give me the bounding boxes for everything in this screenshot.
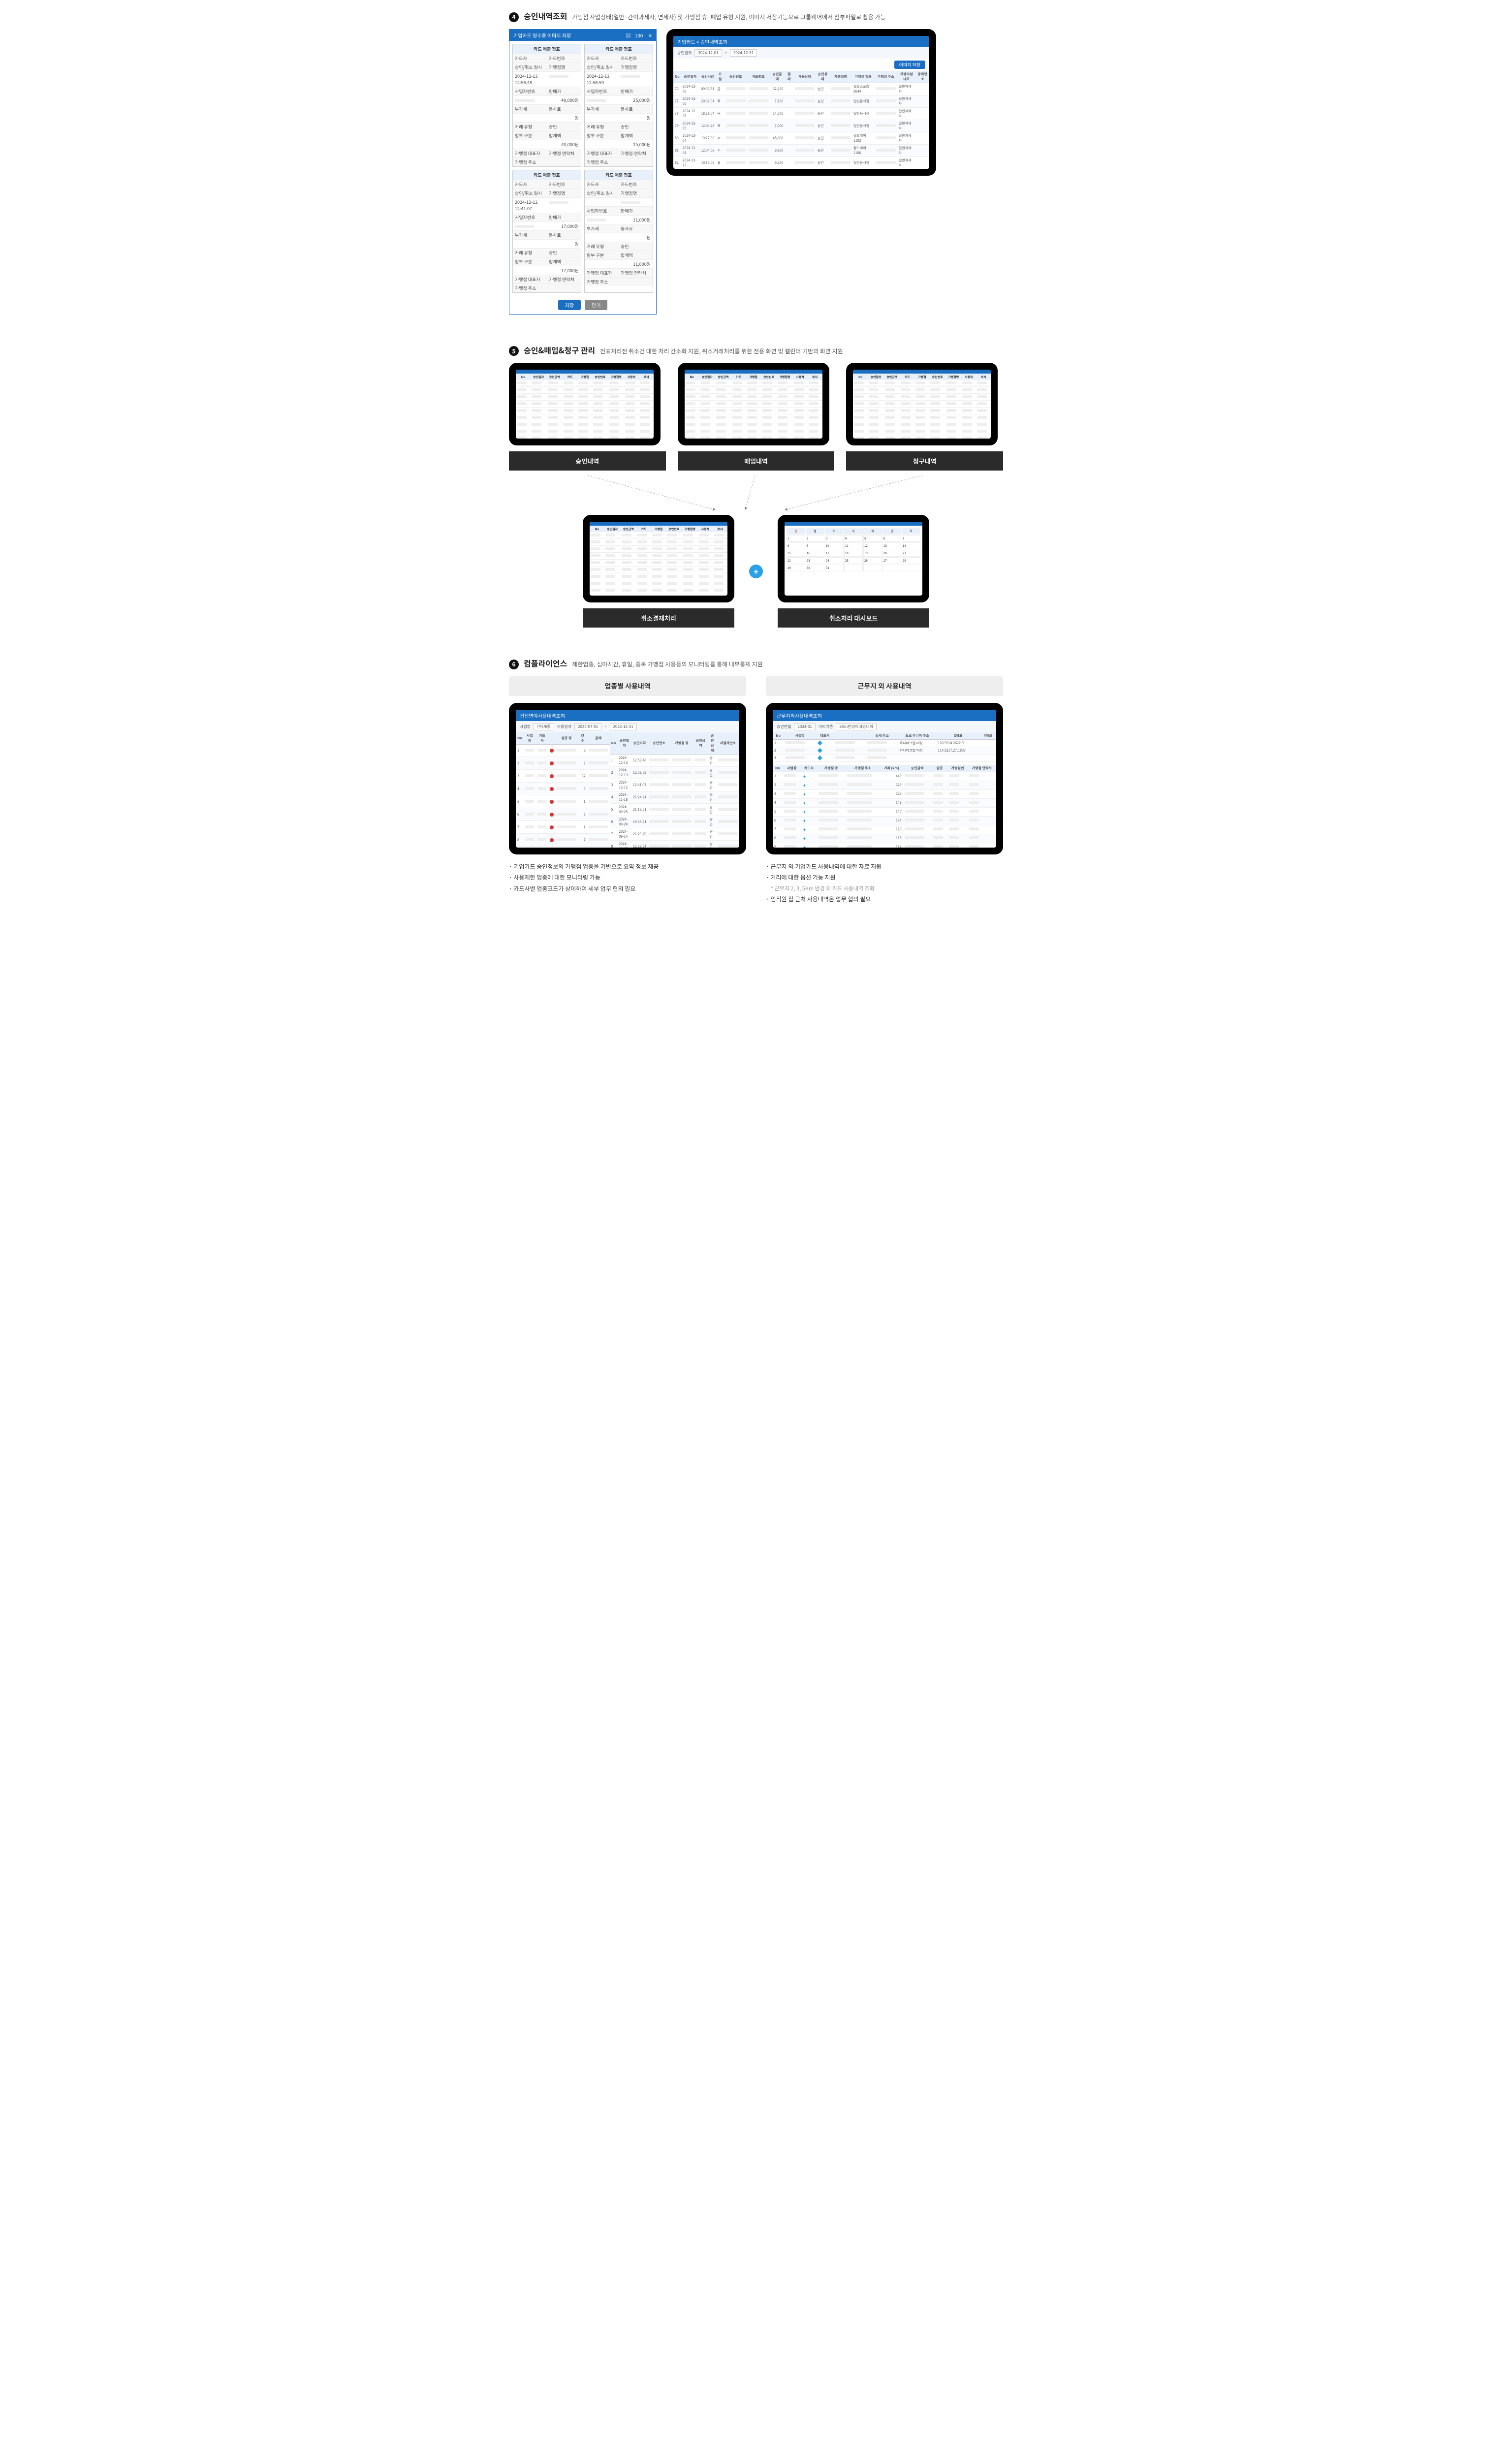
bullet: · 사용제한 업종에 대한 모니터링 가능 (509, 872, 746, 883)
save-button[interactable]: 저장 (558, 300, 581, 310)
window-title: 근무지외사용내역조회 (777, 712, 822, 719)
plus-icon: + (749, 565, 763, 578)
industry-usage-col: 업종별 사용내역 건전연야사용내역조회 사업장 (주)세중 사용일자 2024-… (509, 676, 746, 905)
section-title: 승인내역조회 (524, 10, 567, 22)
tablet-frame: No승인일자승인금액카드가맹점승인번호가맹점명사용자부서 (509, 363, 661, 445)
tablet-frame: 근무지외사용내역조회 승인연월 2024-01 거리기준 2Km반경이내경내외 … (766, 703, 1003, 854)
section-number-badge: 5 (509, 346, 519, 356)
filter-toolbar: 사업장 (주)세중 사용일자 2024-07-01~ 2024-12-31 (516, 721, 739, 732)
industry-summary-table: No사업장카드사업종 명건수금액192233244516871879310411… (516, 732, 610, 848)
receipt-popup: 기업카드 영수증 이미지 저장 ▤ 100 ✕ 카드 매출 전표카드사카드번호승… (509, 29, 657, 315)
subtitle-offwork: 근무지 외 사용내역 (766, 676, 1003, 696)
offwork-usage-col: 근무지 외 사용내역 근무지외사용내역조회 승인연월 2024-01 거리기준 … (766, 676, 1003, 905)
bullet: · 기업카드 승인정보의 가맹점 업종을 기반으로 요약 정보 제공 (509, 861, 746, 873)
date-label: 사용일자 (557, 724, 571, 729)
caption: 매입내역 (678, 451, 835, 471)
window-crumb: 기업카드 > 승인내역조회 (677, 38, 727, 45)
industry-detail-table: No승인일자승인시각승인번호가맹점 명승인금액승인상태사업자번호12024-12… (610, 732, 739, 848)
print-icon[interactable]: ▤ (626, 32, 630, 39)
section-desc: 가맹점 사업상태(일반·간이과세자, 면세자) 및 가맹점 휴·폐업 유형 지원… (572, 13, 885, 21)
worksite-table: No사업장대표거상세 주소도로 주나머 주소X좌표Y좌표1유니테크빌 대성120… (773, 732, 996, 762)
date-to[interactable]: 2024-12-31 (610, 723, 637, 730)
tablet-frame: 건전연야사용내역조회 사업장 (주)세중 사용일자 2024-07-01~ 20… (509, 703, 746, 854)
offwork-detail-table: No사업장카드사가맹점 명가맹점 주소거리 (km)승인금액업종가맹점번가맹점 … (773, 765, 996, 848)
bullet: · 임직원 집 근처 사용내역은 업무 협의 필요 (766, 894, 1003, 905)
window-titlebar: 건전연야사용내역조회 (516, 710, 739, 721)
section-title: 컴플라이언스 (524, 657, 567, 669)
section-header: 4 승인내역조회 가맹점 사업상태(일반·간이과세자, 면세자) 및 가맹점 휴… (509, 10, 1003, 22)
section-approval-purchase-billing: 5 승인&매입&청구 관리 전표처리전 취소건 대한 처리 간소화 지원, 취소… (509, 344, 1003, 628)
popup-title: 기업카드 영수증 이미지 저장 (513, 32, 571, 39)
filter-label: 사업장 (520, 724, 531, 729)
popup-titlebar: 기업카드 영수증 이미지 저장 ▤ 100 ✕ (509, 30, 656, 41)
tablet-frame: No승인일자승인금액카드가맹점승인번호가맹점명사용자부서 (678, 363, 829, 445)
tablet-frame: 일월화수목금토123456789101112131415161718192021… (778, 515, 929, 602)
biz-select[interactable]: (주)세중 (534, 723, 554, 730)
window-titlebar: 기업카드 > 승인내역조회 (673, 36, 929, 47)
section-number-badge: 6 (509, 660, 519, 669)
section-header: 6 컴플라이언스 제한업종, 심야시간, 휴일, 중복 가맹점 사용등의 모니터… (509, 657, 1003, 669)
popup-count: 100 (635, 32, 643, 39)
section-desc: 제한업종, 심야시간, 휴일, 중복 가맹점 사용등의 모니터링를 통해 내부통… (572, 660, 762, 668)
tablet-frame: 기업카드 > 승인내역조회 승인일자 2024-12-01 ~ 2024-12-… (666, 29, 936, 176)
caption-cancel-process: 취소결재처리 (583, 608, 734, 628)
window-titlebar: 근무지외사용내역조회 (773, 710, 996, 721)
section-approval-inquiry: 4 승인내역조회 가맹점 사업상태(일반·간이과세자, 면세자) 및 가맹점 휴… (509, 10, 1003, 315)
date-from[interactable]: 2024-12-01 (694, 49, 722, 57)
filter-toolbar: 승인일자 2024-12-01 ~ 2024-12-31 (673, 47, 929, 59)
bullet: · 근무지 외 기업카드 사용내역에 대한 자료 지원 (766, 861, 1003, 873)
filter-label: 승인연월 (777, 724, 791, 729)
date-from[interactable]: 2024-07-01 (574, 723, 601, 730)
subtitle-industry: 업종별 사용내역 (509, 676, 746, 696)
month-select[interactable]: 2024-01 (794, 723, 815, 730)
tablet-frame: No승인일자승인금액카드가맹점승인번호가맹점명사용자부서 (846, 363, 998, 445)
approval-table: No승인일자승인시간요일승인번호카드번호승인금액결재사용상태승인상태가맹점명가맹… (673, 71, 929, 169)
section-compliance: 6 컴플라이언스 제한업종, 심야시간, 휴일, 중복 가맹점 사용등의 모니터… (509, 657, 1003, 905)
section-desc: 전표처리전 취소건 대한 처리 간소화 지원, 취소거래처리를 위한 전용 화면… (600, 347, 843, 355)
section-header: 5 승인&매입&청구 관리 전표처리전 취소건 대한 처리 간소화 지원, 취소… (509, 344, 1003, 356)
filter-label: 승인일자 (677, 50, 692, 56)
section-number-badge: 4 (509, 12, 519, 22)
caption: 청구내역 (846, 451, 1003, 471)
caption: 승인내역 (509, 451, 666, 471)
caption-cancel-dashboard: 취소처리 대시보드 (778, 608, 929, 628)
flow-arrows (509, 471, 1003, 515)
bullets-right: · 근무지 외 기업카드 사용내역에 대한 자료 지원 · 거리에 대한 옵션 … (766, 861, 1003, 905)
date-to[interactable]: 2024-12-31 (730, 49, 757, 57)
distance-label: 거리기준 (819, 724, 833, 729)
close-icon[interactable]: ✕ (648, 32, 652, 39)
window-title: 건전연야사용내역조회 (520, 712, 565, 719)
distance-select[interactable]: 2Km반경이내경내외 (836, 723, 877, 730)
section-title: 승인&매입&청구 관리 (524, 344, 595, 356)
filter-toolbar: 승인연월 2024-01 거리기준 2Km반경이내경내외 (773, 721, 996, 732)
close-button[interactable]: 닫기 (585, 300, 607, 310)
bullets-left: · 기업카드 승인정보의 가맹점 업종을 기반으로 요약 정보 제공 · 사용제… (509, 861, 746, 895)
bullet: · 거리에 대한 옵션 기능 지원 (766, 872, 1003, 883)
cancel-dashboard-col: 일월화수목금토123456789101112131415161718192021… (778, 515, 929, 628)
popup-footer: 저장 닫기 (509, 296, 656, 314)
tablet-frame: No승인일자승인금액카드가맹점승인번호가맹점명사용자부서 (583, 515, 734, 602)
bullet: · 카드사별 업종코드가 상이하여 세부 업무 협의 필요 (509, 883, 746, 895)
image-save-button[interactable]: 이미지 저장 (894, 61, 925, 69)
cancel-process-col: No승인일자승인금액카드가맹점승인번호가맹점명사용자부서 취소결재처리 (583, 515, 734, 628)
bullet-note: * 근무지 2, 3, 5Km 반경 외 카드 사용내역 조회 (771, 883, 1003, 894)
